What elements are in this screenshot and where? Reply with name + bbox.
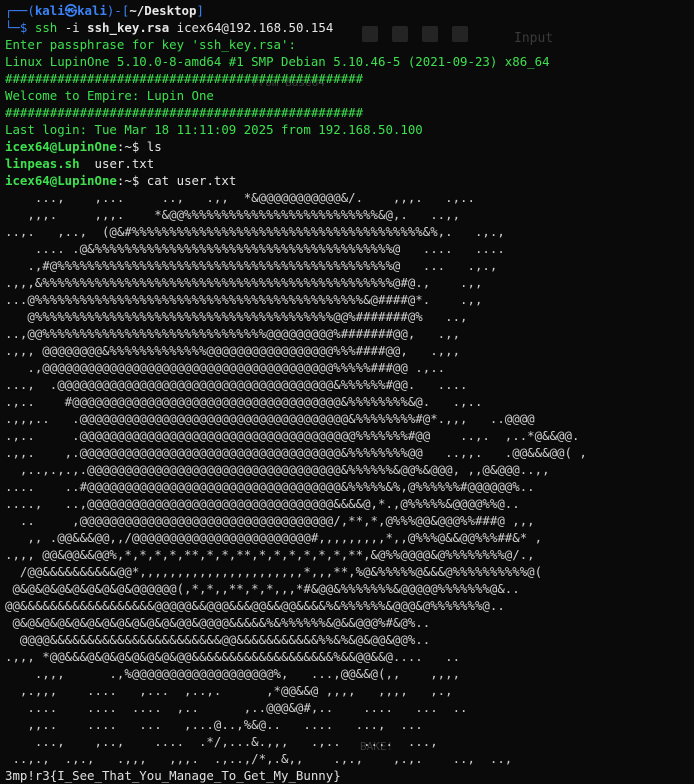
ascii-art-line: @@&&&&&&&&&&&&&&&&&&@@@@@&&@@@&&&@@&&@@&… <box>5 598 505 613</box>
ssh-output-line: ########################################… <box>5 105 364 120</box>
ascii-art-line: @%%%%%%%%%%%%%%%%%%%%%%%%%%%%%%%%%%%%%%%… <box>5 309 468 324</box>
ascii-art-line: .,,,.. .@@@@@@@@@@@@@@@@@@@@@@@@@@@@@@@@… <box>5 411 535 426</box>
ascii-art-line: .,#@%%%%%%%%%%%%%%%%%%%%%%%%%%%%%%%%%%%%… <box>5 258 498 273</box>
ascii-art-line: ..., .@@@@@@@@@@@@@@@@@@@@@@@@@@@@@@@@@@… <box>5 377 468 392</box>
ssh-output-line: Enter passphrase for key 'ssh_key.rsa': <box>5 37 296 52</box>
prompt-corner: ┌──( <box>5 3 35 18</box>
prompt-bracket: )-[ <box>106 3 130 18</box>
ascii-art-line: .,,,&%%%%%%%%%%%%%%%%%%%%%%%%%%%%%%%%%%%… <box>5 275 483 290</box>
prompt-line-1: ┌──(kali㉿kali)-[~/Desktop] <box>5 2 694 19</box>
shell-prompt-cat: icex64@LupinOne:~$ cat user.txt <box>5 172 694 189</box>
flag-output: 3mp!r3{I_See_That_You_Manage_To_Get_My_B… <box>5 768 341 783</box>
ascii-art-line: .... .... .... ,.. ,..@@@&@#,.. .... ...… <box>5 700 468 715</box>
ascii-art-line: ..,@@%%%%%%%%%%%%%%%%%%%%%%%%%%%%%%@@@@@… <box>5 326 461 341</box>
prompt-host: kali <box>77 3 107 18</box>
ascii-art-line: .,,, @@@@@@@@&%%%%%%%%%%%%%@@@@@@@@@@@@@… <box>5 343 461 358</box>
ssh-target: icex64@192.168.50.154 <box>176 20 334 35</box>
ascii-art-line: .,@@@@@@@@@@@@@@@@@@@@@@@@@@@@@@@@@@@@@@… <box>5 360 446 375</box>
ascii-art-line: .... .@&%%%%%%%%%%%%%%%%%%%%%%%%%%%%%%%%… <box>5 241 505 256</box>
ascii-art-line: ...@%%%%%%%%%%%%%%%%%%%%%%%%%%%%%%%%%%%%… <box>5 292 483 307</box>
ascii-art-line: ,,.. .... ... ,...@..,%&@.. .... ..., ..… <box>5 717 423 732</box>
ascii-art-line: ,,,. ,,,. *&@@%%%%%%%%%%%%%%%%%%%%%%%%%%… <box>5 207 461 222</box>
ls-output: linpeas.sh user.txt <box>5 155 694 172</box>
terminal-output[interactable]: ┌──(kali㉿kali)-[~/Desktop] └─$ ssh -i ss… <box>5 2 694 784</box>
ascii-art-bunny: ..., ,... .., .,, *&@@@@@@@@@@@&/. ,,,. … <box>5 189 694 767</box>
ls-file-user: user.txt <box>94 156 155 171</box>
ascii-art-line: /@@&&&&&&&&&&@@*,,,,,,,,,,,,,,,,,,,,,,*,… <box>5 564 543 579</box>
ls-file-linpeas: linpeas.sh <box>5 156 80 171</box>
prompt-user: kali <box>34 3 65 18</box>
shell-command-ls: ls <box>146 139 162 154</box>
prompt-bracket-end: ] <box>196 3 204 18</box>
shell-user-host: icex64@LupinOne <box>5 173 117 188</box>
ssh-output-line: ########################################… <box>5 71 364 86</box>
shell-command-cat: cat user.txt <box>146 173 237 188</box>
ssh-output-line: Last login: Tue Mar 18 11:11:09 2025 fro… <box>5 122 423 137</box>
ssh-keyfile: ssh_key.rsa <box>87 20 170 35</box>
shell-sep: :~$ <box>116 139 140 154</box>
ascii-art-line: .... ..#@@@@@@@@@@@@@@@@@@@@@@@@@@@@@@@@… <box>5 479 535 494</box>
ascii-art-line: .,,, *@@&&&@&@&@&@&@&@&@@&&&&&&&&&&&&&&&… <box>5 649 461 664</box>
prompt-path: ~/Desktop <box>129 3 197 18</box>
ascii-art-line: ..,. ,.., (@&#%%%%%%%%%%%%%%%%%%%%%%%%%%… <box>5 224 505 239</box>
ascii-art-line: ..,., .,., .,,, ,,,. .,..,/*,.&,, .,., ,… <box>5 751 513 766</box>
shell-user-host: icex64@LupinOne <box>5 139 117 154</box>
ascii-art-line: ...., ..,@@@@@@@@@@@@@@@@@@@@@@@@@@@@@@@… <box>5 496 520 511</box>
ascii-art-line: ..., ,.., .... .*/,...&.,,, .,.. .... ..… <box>5 734 438 749</box>
ascii-art-line: ,..,.,.,.@@@@@@@@@@@@@@@@@@@@@@@@@@@@@@@… <box>5 462 550 477</box>
ascii-art-line: .,.. .@@@@@@@@@@@@@@@@@@@@@@@@@@@@@@@@@@… <box>5 428 580 443</box>
ascii-art-line: .,,, @@&@@&&@@%,*,*,*,*,**,*,*,**,*,*,*,… <box>5 547 535 562</box>
ascii-art-line: .,.. #@@@@@@@@@@@@@@@@@@@@@@@@@@@@@@@@@@… <box>5 394 483 409</box>
prompt-arrow: └─$ <box>5 20 28 35</box>
ssh-output-line: Welcome to Empire: Lupin One <box>5 88 214 103</box>
ssh-command: ssh <box>34 20 58 35</box>
ssh-flag: -i <box>64 20 80 35</box>
prompt-at-symbol: ㉿ <box>64 3 78 18</box>
ascii-art-line: @@@@&&&&&&&&&&&&&&&&&&&&&&&@@&&&&&&&&&&&… <box>5 632 431 647</box>
ascii-art-line: .,,, .,%@@@@@@@@@@@@@@@@@@@%, ...,@@&&@(… <box>5 666 461 681</box>
ascii-art-line: ,, .@@&&&@@,,/@@@@@@@@@@@@@@@@@@@@@@@@#,… <box>5 530 543 545</box>
shell-sep: :~$ <box>116 173 140 188</box>
ascii-art-line: @&@&@&@&@&@&@&@&@&@&@&@@&@@@@&&&&&%&%%%%… <box>5 615 431 630</box>
shell-prompt-ls: icex64@LupinOne:~$ ls <box>5 138 694 155</box>
ascii-art-line: .. ,@@@@@@@@@@@@@@@@@@@@@@@@@@@@@@@@@@/,… <box>5 513 535 528</box>
ascii-art-line: ..., ,... .., .,, *&@@@@@@@@@@@&/. ,,,. … <box>5 190 475 205</box>
prompt-line-2: └─$ ssh -i ssh_key.rsa icex64@192.168.50… <box>5 19 694 36</box>
ascii-art-line: .,,. ,.@@@@@@@@@@@@@@@@@@@@@@@@@@@@@@@@@… <box>5 445 587 460</box>
ssh-output-line: Linux LupinOne 5.10.0-8-amd64 #1 SMP Deb… <box>5 54 550 69</box>
ascii-art-line: ,.,,, .... ,... ,..,. ,*@@&&@ ,,,, ,,,, … <box>5 683 453 698</box>
ascii-art-line: @&@&@&@&@&@&@&@&@@@@@@(,*,*,,**,*,*,,,*#… <box>5 581 520 596</box>
